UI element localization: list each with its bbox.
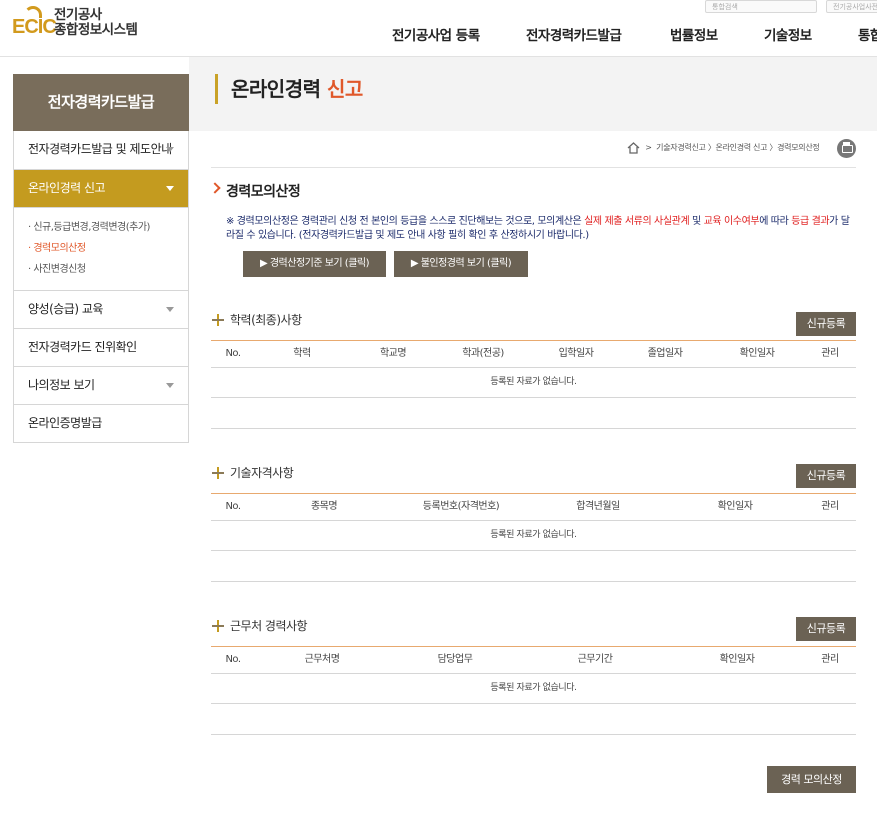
sidebar-item-label: 온라인증명발급 (28, 416, 102, 430)
nav-item-integrated[interactable]: 통합 (858, 24, 877, 44)
page-title-accent: 신고 (326, 77, 363, 101)
chevron-down-icon (166, 383, 174, 388)
nav-item-law[interactable]: 법률정보 (670, 24, 718, 44)
sidebar-sub-item-simulation[interactable]: · 경력모의산정 (28, 238, 174, 259)
education-title: 학력(최종)사항 (230, 313, 302, 327)
column-header: 관리 (821, 501, 839, 512)
site-header: ECIC 전기공사 종합정보시스템 통합검색 전기공사업사전 전기공사업 등록 … (0, 0, 877, 57)
notice-part: 에 따라 (759, 216, 792, 227)
section-bullet-icon (212, 467, 224, 479)
table-header: No. 학력 학교명 학과(전공) 입학일자 졸업일자 확인일자 관리 (211, 340, 856, 368)
column-header: 합격년월일 (576, 501, 620, 512)
notice-highlight: 교육 이수여부 (703, 216, 760, 227)
breadcrumb-sep: > (645, 143, 652, 152)
table-header: No. 근무처명 담당업무 근무기간 확인일자 관리 (211, 646, 856, 674)
sidebar-item-label: 양성(승급) 교육 (28, 302, 103, 316)
blank-row (211, 551, 856, 582)
dictionary-search-input[interactable]: 전기공사업사전 (826, 0, 877, 13)
sidebar-item-my-info[interactable]: 나의정보 보기 (14, 366, 188, 404)
divider (211, 167, 856, 168)
notice-highlight: 실제 제출 서류의 사실관계 (584, 216, 690, 227)
career-table: No. 근무처명 담당업무 근무기간 확인일자 관리 등록된 자료가 없습니다. (211, 646, 856, 735)
sidebar-item-label: 전자경력카드 진위확인 (28, 340, 137, 354)
column-header: No. (225, 654, 241, 665)
column-header: 근무기간 (577, 654, 613, 665)
license-table: No. 종목명 등록번호(자격번호) 합격년월일 확인일자 관리 등록된 자료가… (211, 493, 856, 582)
column-header: 학교명 (379, 348, 407, 359)
section-title: 경력모의산정 (226, 184, 301, 200)
education-table: No. 학력 학교명 학과(전공) 입학일자 졸업일자 확인일자 관리 등록된 … (211, 340, 856, 429)
sidebar-item-label: 나의정보 보기 (28, 378, 95, 392)
notice-text: ※ 경력모의산정은 경력관리 신청 전 본인의 등급을 스스로 진단해보는 것으… (226, 215, 856, 243)
sidebar-sub-item-new[interactable]: · 신규,등급변경,경력변경(추가) (28, 217, 174, 238)
sidebar-item-label: 온라인경력 신고 (28, 181, 106, 195)
sidebar-item-certificate[interactable]: 온라인증명발급 (14, 404, 188, 442)
sidebar-submenu: · 신규,등급변경,경력변경(추가) · 경력모의산정 · 사진변경신청 (14, 207, 188, 290)
criteria-button[interactable]: ▶ 경력산정기준 보기 (클릭) (243, 251, 386, 277)
blank-row (211, 398, 856, 429)
table-header: No. 종목명 등록번호(자격번호) 합격년월일 확인일자 관리 (211, 493, 856, 521)
notice-highlight: 등급 결과 (791, 216, 830, 227)
page-title-main: 온라인경력 (231, 77, 321, 101)
column-header: No. (225, 348, 241, 359)
print-icon[interactable] (837, 139, 856, 158)
unrecognized-career-button[interactable]: ▶ 불인정경력 보기 (클릭) (394, 251, 528, 277)
career-title: 근무처 경력사항 (230, 619, 308, 633)
chevron-down-icon (166, 186, 174, 191)
column-header: 확인일자 (739, 348, 775, 359)
license-title: 기술자격사항 (230, 466, 294, 480)
empty-row: 등록된 자료가 없습니다. (211, 521, 856, 551)
section-bullet-icon (212, 620, 224, 632)
column-header: 종목명 (310, 501, 338, 512)
column-header: 확인일자 (717, 501, 753, 512)
column-header: 졸업일자 (647, 348, 683, 359)
sidebar-sub-item-photo[interactable]: · 사진변경신청 (28, 259, 174, 280)
notice-part: ※ 경력모의산정은 경력관리 신청 전 본인의 등급을 스스로 진단해보는 것으… (226, 216, 585, 227)
career-simulation-button[interactable]: 경력 모의산정 (767, 766, 856, 793)
page-title: 온라인경력 신고 (215, 74, 363, 104)
sidebar-item-online-career[interactable]: 온라인경력 신고 (14, 169, 188, 207)
blank-row (211, 704, 856, 735)
notice-part: 및 (689, 216, 704, 227)
column-header: 학과(전공) (462, 348, 504, 359)
column-header: 학력 (293, 348, 311, 359)
breadcrumb-path: 기술자경력신고 〉온라인경력 신고 〉경력모의산정 (656, 143, 820, 152)
empty-row: 등록된 자료가 없습니다. (211, 368, 856, 398)
education-add-button[interactable]: 신규등록 (796, 312, 856, 336)
sidebar-item-verify[interactable]: 전자경력카드 진위확인 (14, 328, 188, 366)
column-header: 확인일자 (719, 654, 755, 665)
nav-item-registration[interactable]: 전기공사업 등록 (392, 24, 480, 44)
nav-item-tech[interactable]: 기술정보 (764, 24, 812, 44)
column-header: 관리 (821, 654, 839, 665)
sidebar-item-education[interactable]: 양성(승급) 교육 (14, 290, 188, 328)
column-header: No. (225, 501, 241, 512)
chevron-down-icon (166, 307, 174, 312)
home-icon[interactable] (627, 141, 640, 154)
sidebar-item-guide[interactable]: 전자경력카드발급 및 제도안내 (14, 131, 188, 169)
career-add-button[interactable]: 신규등록 (796, 617, 856, 641)
column-header: 담당업무 (437, 654, 473, 665)
section-bullet-icon (212, 314, 224, 326)
sidebar-menu: 전자경력카드발급 및 제도안내 온라인경력 신고 · 신규,등급변경,경력변경(… (13, 131, 189, 443)
breadcrumb: > 기술자경력신고 〉온라인경력 신고 〉경력모의산정 (627, 140, 820, 156)
column-header: 근무처명 (304, 654, 340, 665)
chevron-right-icon (209, 182, 221, 194)
sidebar-item-label: 전자경력카드발급 및 제도안내 (28, 142, 172, 156)
column-header: 등록번호(자격번호) (422, 501, 500, 512)
empty-row: 등록된 자료가 없습니다. (211, 674, 856, 704)
column-header: 관리 (821, 348, 839, 359)
search-input[interactable]: 통합검색 (705, 0, 817, 13)
license-add-button[interactable]: 신규등록 (796, 464, 856, 488)
column-header: 입학일자 (558, 348, 594, 359)
chevron-down-icon (166, 147, 174, 152)
logo-line1: 전기공사 (54, 7, 102, 23)
sidebar-heading: 전자경력카드발급 (13, 74, 189, 131)
main-nav: 전기공사업 등록 전자경력카드발급 법률정보 기술정보 통합 (0, 24, 877, 44)
nav-item-career-card[interactable]: 전자경력카드발급 (526, 24, 622, 44)
